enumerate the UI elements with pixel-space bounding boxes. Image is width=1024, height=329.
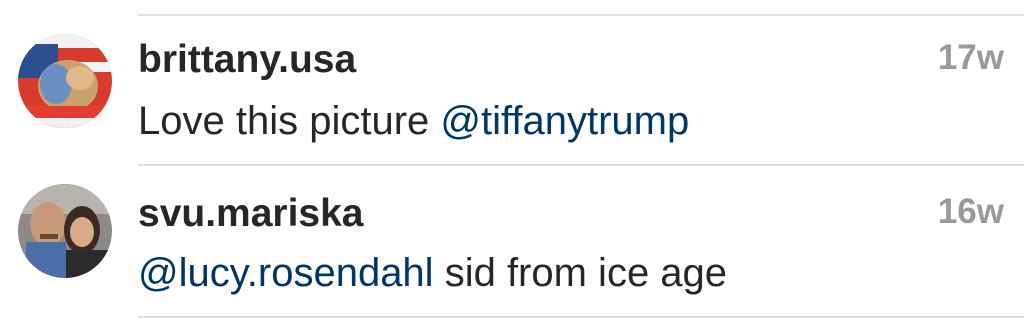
comment-timestamp: 16w: [937, 192, 1004, 231]
comment-username[interactable]: svu.mariska: [138, 192, 364, 236]
comment-text-after: sid from ice age: [433, 251, 728, 295]
divider-bottom: [138, 316, 1024, 318]
avatar[interactable]: [18, 184, 112, 278]
comment-row: svu.mariska 16w @lucy.rosendahl sid from…: [0, 164, 1024, 314]
avatar-image: [18, 34, 112, 128]
comment-timestamp: 17w: [937, 38, 1004, 77]
comment-text: Love this picture @tiffanytrump: [138, 98, 689, 144]
comment-text: @lucy.rosendahl sid from ice age: [138, 250, 727, 296]
avatar[interactable]: [18, 34, 112, 128]
avatar-image: [18, 184, 112, 278]
comment-mention-link[interactable]: @lucy.rosendahl: [138, 251, 434, 295]
comment-mention-link[interactable]: @tiffanytrump: [440, 99, 689, 143]
comment-row: brittany.usa 17w Love this picture @tiff…: [0, 14, 1024, 164]
comment-username[interactable]: brittany.usa: [138, 38, 356, 82]
comment-text-before: Love this picture: [138, 99, 441, 143]
